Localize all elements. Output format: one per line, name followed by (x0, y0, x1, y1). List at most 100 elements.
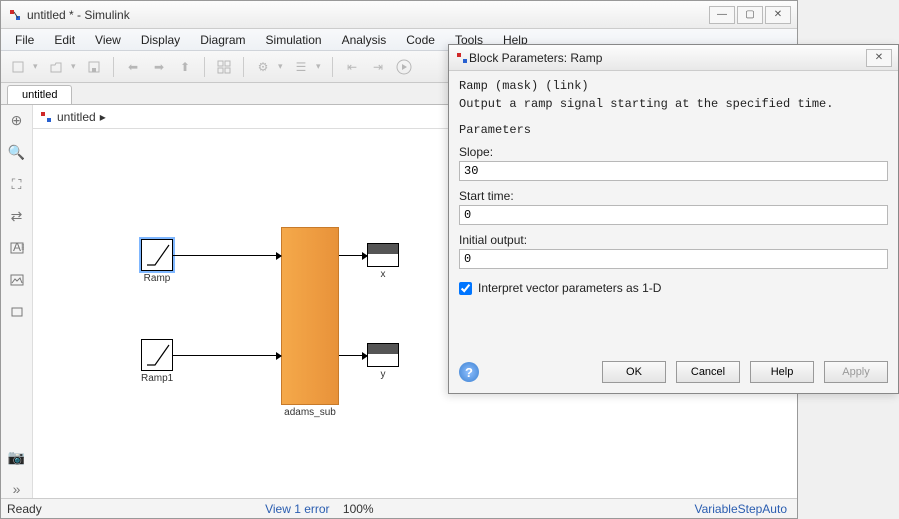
simulink-app-icon (7, 7, 23, 23)
ramp-block[interactable]: Ramp (141, 239, 173, 284)
toolbar-separator (332, 57, 333, 77)
ramp1-block-icon (141, 339, 173, 371)
window-buttons: — ▢ ✕ (707, 6, 791, 24)
titlebar: untitled * - Simulink — ▢ ✕ (1, 1, 797, 29)
close-button[interactable]: ✕ (765, 6, 791, 24)
statusbar: Ready View 1 error 100% VariableStepAuto (1, 498, 797, 518)
dialog-buttons: ? OK Cancel Help Apply (459, 361, 888, 383)
help-button[interactable]: Help (750, 361, 814, 383)
svg-text:A≡: A≡ (13, 242, 24, 254)
scope-y-block[interactable]: y (367, 343, 399, 380)
initial-output-input[interactable] (459, 249, 888, 269)
status-view-error[interactable]: View 1 error (265, 502, 329, 516)
adams-sub-block-icon (281, 227, 339, 405)
fit-icon[interactable]: ⛶ (8, 175, 26, 193)
library-icon[interactable] (213, 56, 235, 78)
dialog-section-header: Parameters (459, 123, 888, 137)
status-ready: Ready (1, 502, 42, 516)
initial-output-label: Initial output: (459, 233, 888, 247)
settings-dropdown-icon[interactable]: ▾ (278, 61, 286, 72)
menu-view[interactable]: View (85, 31, 131, 49)
dialog-icon (455, 51, 469, 65)
ok-button[interactable]: OK (602, 361, 666, 383)
slope-field: Slope: (459, 145, 888, 181)
adams-sub-block-label: adams_sub (281, 407, 339, 418)
ramp1-block-label: Ramp1 (141, 373, 173, 384)
adams-sub-block[interactable]: adams_sub (281, 227, 339, 418)
slope-input[interactable] (459, 161, 888, 181)
interpret-1d-checkbox[interactable] (459, 282, 472, 295)
image-icon[interactable] (8, 271, 26, 289)
window-title: untitled * - Simulink (27, 8, 707, 22)
open-icon[interactable] (45, 56, 67, 78)
menu-file[interactable]: File (5, 31, 44, 49)
wire-adams-to-x (339, 255, 367, 256)
wire-ramp1-to-adams (173, 355, 281, 356)
arrows-icon[interactable]: ⇄ (8, 207, 26, 225)
camera-icon[interactable]: 📷 (8, 448, 26, 466)
zoom-icon[interactable]: 🔍 (8, 143, 26, 161)
open-dropdown-icon[interactable]: ▾ (71, 61, 79, 72)
dialog-masktype: Ramp (mask) (link) (459, 79, 888, 93)
apply-button[interactable]: Apply (824, 361, 888, 383)
scope-x-block[interactable]: x (367, 243, 399, 280)
back-icon[interactable]: ⬅ (122, 56, 144, 78)
toolbar-separator (243, 57, 244, 77)
explorer-icon[interactable]: ⊕ (8, 111, 26, 129)
model-icon (39, 110, 53, 124)
status-solver[interactable]: VariableStepAuto (597, 502, 797, 516)
annotation-icon[interactable]: A≡ (8, 239, 26, 257)
run-icon[interactable] (393, 56, 415, 78)
menu-simulation[interactable]: Simulation (256, 31, 332, 49)
step-forward-icon[interactable]: ⇥ (367, 56, 389, 78)
wire-adams-to-y (339, 355, 367, 356)
toolbar-separator (204, 57, 205, 77)
breadcrumb-chevron-icon: ▸ (100, 110, 106, 124)
scope-x-label: x (367, 269, 399, 280)
toolbar-separator (113, 57, 114, 77)
ramp-block-icon (141, 239, 173, 271)
scope-y-label: y (367, 369, 399, 380)
help-icon[interactable]: ? (459, 362, 479, 382)
status-zoom: 100% (343, 502, 374, 516)
scope-x-icon (367, 243, 399, 267)
dialog-description: Output a ramp signal starting at the spe… (459, 97, 888, 111)
dialog-close-button[interactable]: ✕ (866, 49, 892, 67)
menu-display[interactable]: Display (131, 31, 190, 49)
step-back-icon[interactable]: ⇤ (341, 56, 363, 78)
menu-analysis[interactable]: Analysis (332, 31, 397, 49)
palette-sidebar: ⊕ 🔍 ⛶ ⇄ A≡ 📷 » (1, 105, 33, 498)
wire-ramp-to-adams (173, 255, 281, 256)
breadcrumb-root[interactable]: untitled (57, 110, 96, 124)
start-time-input[interactable] (459, 205, 888, 225)
start-time-field: Start time: (459, 189, 888, 225)
start-time-label: Start time: (459, 189, 888, 203)
up-icon[interactable]: ⬆ (174, 56, 196, 78)
new-dropdown-icon[interactable]: ▾ (33, 61, 41, 72)
dialog-title: Block Parameters: Ramp (469, 51, 864, 65)
list-icon[interactable]: ☰ (290, 56, 312, 78)
menu-code[interactable]: Code (396, 31, 445, 49)
menu-diagram[interactable]: Diagram (190, 31, 255, 49)
save-icon[interactable] (83, 56, 105, 78)
scope-y-icon (367, 343, 399, 367)
forward-icon[interactable]: ➡ (148, 56, 170, 78)
dialog-titlebar: Block Parameters: Ramp ✕ (449, 45, 898, 71)
settings-icon[interactable]: ⚙ (252, 56, 274, 78)
initial-output-field: Initial output: (459, 233, 888, 269)
rect-icon[interactable] (8, 303, 26, 321)
ramp-block-label: Ramp (141, 273, 173, 284)
menu-edit[interactable]: Edit (44, 31, 85, 49)
minimize-button[interactable]: — (709, 6, 735, 24)
ramp1-block[interactable]: Ramp1 (141, 339, 173, 384)
new-icon[interactable] (7, 56, 29, 78)
dialog-body: Ramp (mask) (link) Output a ramp signal … (449, 71, 898, 303)
cancel-button[interactable]: Cancel (676, 361, 740, 383)
interpret-1d-label: Interpret vector parameters as 1-D (478, 281, 661, 295)
more-icon[interactable]: » (8, 480, 26, 498)
interpret-1d-field: Interpret vector parameters as 1-D (459, 281, 888, 295)
list-dropdown-icon[interactable]: ▾ (316, 61, 324, 72)
document-tab[interactable]: untitled (7, 85, 72, 104)
block-parameters-dialog: Block Parameters: Ramp ✕ Ramp (mask) (li… (448, 44, 899, 394)
maximize-button[interactable]: ▢ (737, 6, 763, 24)
